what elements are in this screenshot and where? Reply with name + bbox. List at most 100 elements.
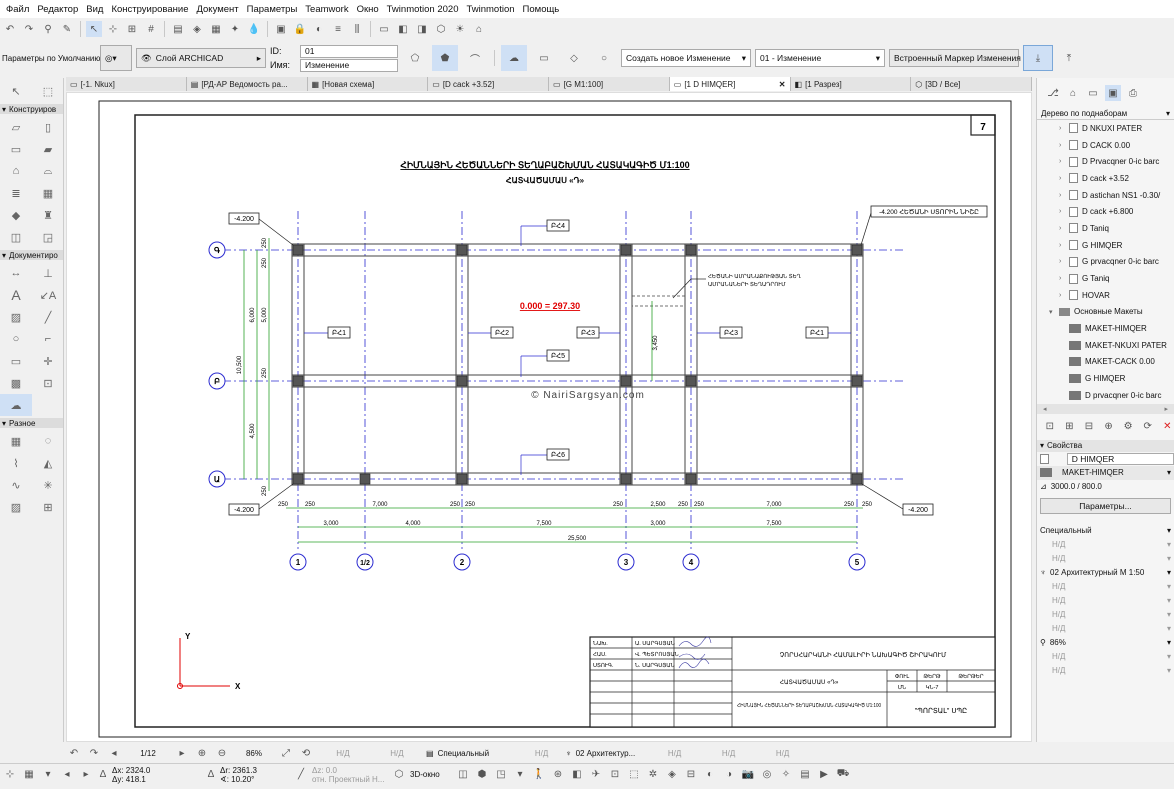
wall-tool-icon[interactable]: ▱ [0,116,32,138]
roof-tool-icon[interactable]: ⌂ [0,160,32,182]
skylight-tool-icon[interactable]: ◭ [32,452,64,474]
slope-icon[interactable]: ╱ [293,767,309,783]
navigator-title-row[interactable]: Дерево по поднаборам ▾ [1037,108,1174,120]
grid-icon[interactable]: # [143,21,159,37]
dropdown-icon[interactable]: ▾ [512,767,528,783]
render-icon[interactable]: ☀ [452,21,468,37]
eyedropper-icon[interactable]: ✎ [59,21,75,37]
menu-file[interactable]: Файл [2,4,33,15]
tab-d-himqer[interactable]: ▭ [1 D HIMQER] ✕ [669,77,791,91]
shading-icon[interactable]: ◐ [702,767,718,783]
marquee-3d-icon[interactable]: ⬚ [626,767,642,783]
zoom-out-icon[interactable]: ⊖ [214,745,230,761]
tree-item[interactable]: › G Taniq [1059,270,1174,287]
close-tab-icon[interactable]: ✕ [779,80,786,89]
zone-tool-icon[interactable]: ◲ [32,226,64,248]
status-nd[interactable]: Н/Д [758,749,808,758]
elevation-icon[interactable]: ◨ [414,21,430,37]
misc-header[interactable]: ▾ Разное [0,418,63,428]
menu-help[interactable]: Помощь [519,4,564,15]
prop-row[interactable]: ♆ 02 Архитектурный М 1:50 ▾ [1037,566,1174,580]
tree-item[interactable]: › D cack +3.52 [1059,170,1174,187]
arrow-tool-icon[interactable]: ↖ [86,21,102,37]
document-header[interactable]: ▾ Документиро [0,250,63,260]
place-drawing-icon[interactable]: ⊕ [1102,419,1116,435]
dimension-tool-icon[interactable]: ↔ [0,262,32,284]
layer-selector[interactable]: 👁 Слой ARCHICAD ▸ [136,48,266,68]
target-icon[interactable]: ◎ [759,767,775,783]
menu-twinmotion-2020[interactable]: Twinmotion 2020 [383,4,463,15]
status-nd[interactable]: Н/Д [318,749,368,758]
perspective-icon[interactable]: ◫ [455,767,471,783]
menu-view[interactable]: Вид [82,4,107,15]
new-layout-icon[interactable]: ⊡ [1043,419,1057,435]
grid-snap-icon[interactable]: ▦ [21,767,37,783]
railing-tool-icon[interactable]: ⌇ [0,452,32,474]
axonometry-icon[interactable]: ⬢ [474,767,490,783]
column-tool-icon[interactable]: ▯ [32,116,64,138]
rotated-rectangle-icon[interactable]: ◇ [561,45,587,71]
camera-icon[interactable]: 📷 [740,767,756,783]
layout-book-icon[interactable]: ▣ [1105,85,1121,101]
interior-elevation-tool-icon[interactable]: ⊞ [32,496,64,518]
object-tool-icon[interactable]: ♜ [32,204,64,226]
orbit-icon[interactable]: ⊛ [550,767,566,783]
status-nd[interactable]: Н/Д [704,749,754,758]
tree-item[interactable]: › D NKUXI PATER [1059,120,1174,137]
menu-teamwork[interactable]: Teamwork [301,4,352,15]
slab-tool-icon[interactable]: ▰ [32,138,64,160]
update-icon[interactable]: ⟳ [1141,419,1155,435]
delta-x-row[interactable]: Δx: 2324.0 [112,766,202,775]
lamp-tool-icon[interactable]: ◌ [32,430,64,452]
layout-name-field[interactable]: D HIMQER [1066,452,1174,465]
level-dimension-tool-icon[interactable]: ⊥ [32,262,64,284]
tree-item[interactable]: MAKET-HIMQER [1059,320,1174,337]
publisher-icon[interactable]: ⎙ [1125,85,1141,101]
relative-icon[interactable]: ▾ [40,767,56,783]
fit-window-icon[interactable]: ⤢ [278,745,294,761]
pen-icon[interactable]: ◈ [189,21,205,37]
trace-icon[interactable]: ◐ [311,21,327,37]
drop-icon[interactable]: 💧 [246,21,262,37]
prop-row[interactable]: Н/Д ▾ [1037,538,1174,552]
guide-lines-icon[interactable]: ⊞ [124,21,140,37]
tree-item[interactable]: MAKET-CACK 0.00 [1059,354,1174,371]
status-nd[interactable]: Н/Д [372,749,422,758]
beam-tool-icon[interactable]: ▭ [0,138,32,160]
menu-options[interactable]: Параметры [243,4,302,15]
redo-zoom-icon[interactable]: ↷ [86,745,102,761]
prop-row[interactable]: Специальный ▾ [1037,524,1174,538]
name-field[interactable]: Изменение [300,58,398,72]
tree-item[interactable]: G HIMQER [1059,370,1174,387]
tree-folder[interactable]: ▾ Основные Макеты [1049,304,1174,321]
lock-icon[interactable]: 🔒 [292,21,308,37]
view-icon[interactable]: ▭ [376,21,392,37]
group-icon[interactable]: ▣ [273,21,289,37]
change-id-select[interactable]: 01 - Изменение ▾ [755,49,885,67]
3d-window-icon[interactable]: ⬡ [391,767,407,783]
change-select[interactable]: Создать новое Изменение ▾ [621,49,751,67]
rotate-icon[interactable]: ⟲ [298,745,314,761]
polyline-tool-icon[interactable]: ⌐ [32,328,64,350]
marker-on-icon[interactable]: ⤓ [1023,45,1053,71]
prop-row[interactable]: Н/Д ▾ [1037,594,1174,608]
align-icon[interactable]: ≡ [330,21,346,37]
new-master-icon[interactable]: ⊟ [1082,419,1096,435]
change-tool-icon[interactable]: ☁ [0,394,32,416]
spline-tool-icon[interactable]: ∿ [0,474,32,496]
arc-tool-icon[interactable]: ○ [0,328,32,350]
undo-icon[interactable]: ↶ [2,21,18,37]
stair-tool-icon[interactable]: ≣ [0,182,32,204]
snap-grid-icon[interactable]: ⊹ [2,767,18,783]
menu-design[interactable]: Конструирование [107,4,192,15]
cutaway-icon[interactable]: ◧ [569,767,585,783]
menu-twinmotion[interactable]: Twinmotion [462,4,518,15]
status-nd[interactable]: Н/Д [522,749,562,758]
layers-icon[interactable]: ▤ [170,21,186,37]
contour-icon[interactable]: ◑ [721,767,737,783]
sun-tool-icon[interactable]: ✳ [32,474,64,496]
morph-tool-icon[interactable]: ◆ [0,204,32,226]
parameters-button[interactable]: Параметры... [1040,497,1171,514]
tree-item[interactable]: › D astichan NS1 -0.30/ [1059,187,1174,204]
delete-icon[interactable]: ✕ [1160,419,1174,435]
